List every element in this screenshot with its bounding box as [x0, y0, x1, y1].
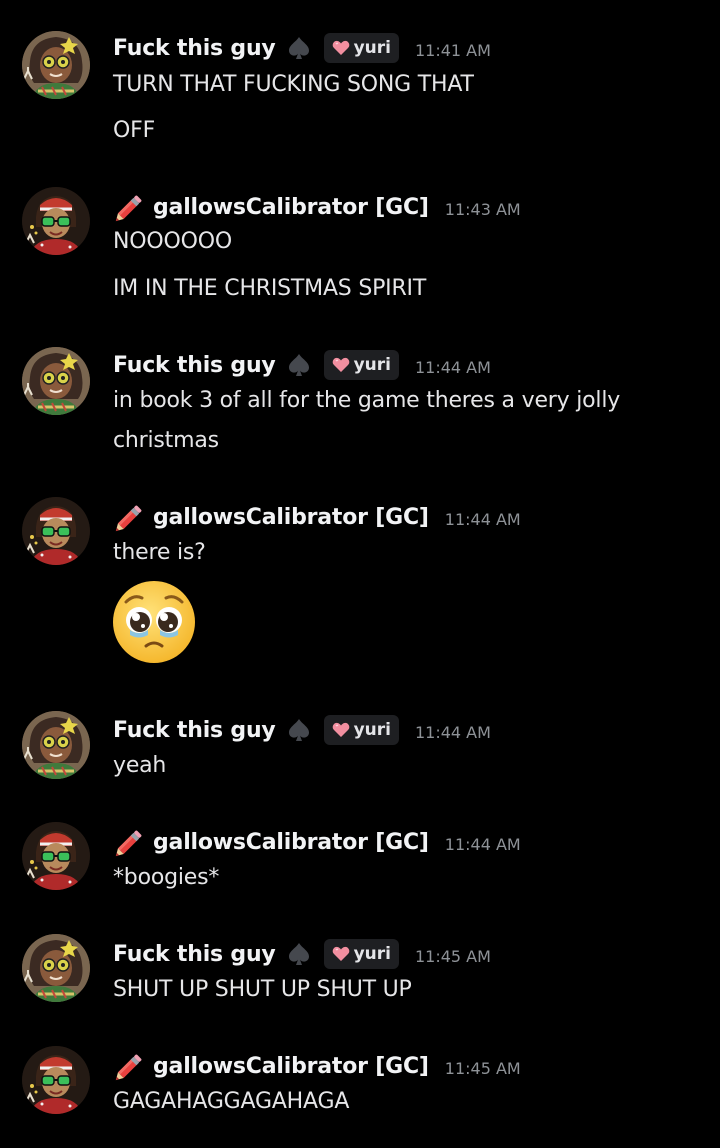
- avatar[interactable]: [22, 31, 90, 99]
- message-text: TURN THAT FUCKING SONG THAT: [113, 72, 474, 97]
- avatar[interactable]: [22, 1046, 90, 1114]
- message-header: Fuck this guy yuri 11:45 AM: [113, 937, 491, 971]
- message-header: gallowsCalibrator [GC] 11:44 AM: [113, 500, 521, 534]
- spade-icon: [286, 941, 312, 967]
- avatar[interactable]: [22, 711, 90, 779]
- timestamp: 11:44 AM: [414, 722, 491, 742]
- timestamp: 11:44 AM: [444, 834, 521, 854]
- timestamp: 11:44 AM: [414, 357, 491, 377]
- message-header: gallowsCalibrator [GC] 11:44 AM: [113, 825, 521, 859]
- message-text: IM IN THE CHRISTMAS SPIRIT: [113, 276, 427, 301]
- avatar[interactable]: [22, 187, 90, 255]
- username[interactable]: Fuck this guy: [113, 942, 276, 967]
- message-text: OFF: [113, 118, 156, 143]
- timestamp: 11:45 AM: [414, 946, 491, 966]
- heart-icon: [332, 40, 350, 56]
- timestamp: 11:45 AM: [444, 1058, 521, 1078]
- tag-label: yuri: [353, 355, 391, 375]
- message-text: there is?: [113, 540, 206, 565]
- heart-icon: [332, 722, 350, 738]
- username[interactable]: gallowsCalibrator [GC]: [153, 195, 429, 220]
- role-tag[interactable]: yuri: [323, 350, 399, 380]
- username[interactable]: gallowsCalibrator [GC]: [153, 505, 429, 530]
- message-text: christmas: [113, 428, 219, 453]
- timestamp: 11:41 AM: [414, 40, 491, 60]
- heart-icon: [332, 946, 350, 962]
- username[interactable]: Fuck this guy: [113, 718, 276, 743]
- message-header: Fuck this guy yuri 11:44 AM: [113, 713, 491, 747]
- red-pencil-icon: [113, 1049, 147, 1083]
- role-tag[interactable]: yuri: [323, 33, 399, 63]
- avatar[interactable]: [22, 822, 90, 890]
- message-text: NOOOOOO: [113, 229, 232, 254]
- username[interactable]: Fuck this guy: [113, 36, 276, 61]
- message-header: gallowsCalibrator [GC] 11:45 AM: [113, 1049, 521, 1083]
- tag-label: yuri: [353, 720, 391, 740]
- tag-label: yuri: [353, 944, 391, 964]
- red-pencil-icon: [113, 500, 147, 534]
- timestamp: 11:44 AM: [444, 509, 521, 529]
- timestamp: 11:43 AM: [444, 199, 521, 219]
- message-text: *boogies*: [113, 865, 220, 890]
- avatar[interactable]: [22, 934, 90, 1002]
- message-header: Fuck this guy yuri 11:44 AM: [113, 348, 491, 382]
- message-header: gallowsCalibrator [GC] 11:43 AM: [113, 190, 521, 224]
- avatar[interactable]: [22, 347, 90, 415]
- heart-icon: [332, 357, 350, 373]
- red-pencil-icon: [113, 190, 147, 224]
- role-tag[interactable]: yuri: [323, 715, 399, 745]
- tag-label: yuri: [353, 38, 391, 58]
- message-text: yeah: [113, 753, 167, 778]
- message-text: SHUT UP SHUT UP SHUT UP: [113, 977, 412, 1002]
- pleading-face-emoji: [113, 581, 195, 663]
- username[interactable]: gallowsCalibrator [GC]: [153, 1054, 429, 1079]
- message-text: GAGAHAGGAGAHAGA: [113, 1089, 350, 1114]
- spade-icon: [286, 717, 312, 743]
- username[interactable]: gallowsCalibrator [GC]: [153, 830, 429, 855]
- username[interactable]: Fuck this guy: [113, 353, 276, 378]
- message-header: Fuck this guy yuri 11:41 AM: [113, 31, 491, 65]
- spade-icon: [286, 35, 312, 61]
- role-tag[interactable]: yuri: [323, 939, 399, 969]
- red-pencil-icon: [113, 825, 147, 859]
- spade-icon: [286, 352, 312, 378]
- message-text: in book 3 of all for the game theres a v…: [113, 388, 621, 413]
- avatar[interactable]: [22, 497, 90, 565]
